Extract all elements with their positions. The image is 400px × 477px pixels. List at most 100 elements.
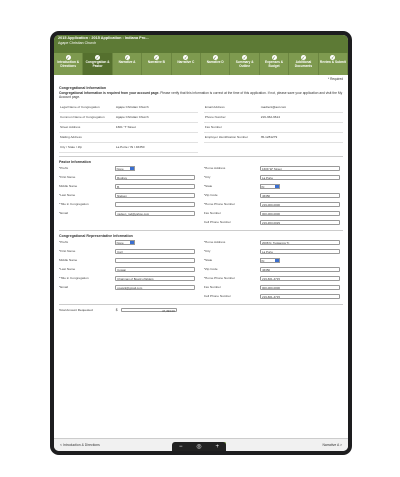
text-input[interactable]: 219-661-4715 xyxy=(259,294,341,299)
info-row: Legal Name of Congregation Agape Christia… xyxy=(59,103,199,113)
select-field[interactable]: None xyxy=(114,166,135,171)
zoom-in-icon[interactable]: + xyxy=(216,444,220,450)
main-content: * Required Congregational Information Co… xyxy=(54,75,348,313)
form-row: *Home Address 1609 'W' Street xyxy=(204,164,343,173)
form-row: *Home Phone Number 219-661-4715 xyxy=(204,274,343,283)
text-input[interactable]: Nielsen xyxy=(114,193,196,198)
field-label: *State xyxy=(203,184,213,189)
info-label: Street Address xyxy=(60,125,81,130)
field-label: *Email xyxy=(59,211,68,216)
text-input[interactable]: 219-363-0029 xyxy=(259,220,341,225)
info-row: Fax Number xyxy=(203,123,343,133)
pastor-right: *Home Address 1609 'W' Street *City La Port… xyxy=(204,164,343,227)
info-value: Agape Christian Church xyxy=(115,115,149,120)
field-label: *City xyxy=(203,249,211,254)
text-input[interactable] xyxy=(114,258,196,263)
text-input[interactable]: Chairman of Board of Elders xyxy=(114,276,196,281)
info-label: Phone Number xyxy=(204,115,226,120)
select-value: IN xyxy=(261,185,265,190)
zoom-reset-icon[interactable]: ◎ xyxy=(196,443,201,450)
text-input[interactable]: nielsen_rod@yahoo.com xyxy=(114,211,196,216)
screen: 2015 Application : 2015 Application : In… xyxy=(54,35,348,451)
congregation-heading: Congregational Information xyxy=(59,86,107,90)
total-amount-label: Total Amount Requested xyxy=(59,308,93,313)
form-row: *City La Porte xyxy=(204,173,343,182)
representative-left: *Prefix None *First Name Carl Middle Name *La… xyxy=(59,238,198,301)
prev-link[interactable]: < Introduction & Directions xyxy=(60,443,100,447)
text-input[interactable]: 1609 'W' Street xyxy=(259,166,341,171)
text-input[interactable]: La Porte xyxy=(259,249,341,254)
form-row: *Prefix None xyxy=(59,238,198,247)
form-row: *Home Address 2008 N. Tuskarora Tr. xyxy=(204,238,343,247)
zoom-out-icon[interactable]: − xyxy=(179,444,183,450)
select-field[interactable]: IN xyxy=(259,184,280,190)
field-label: *State xyxy=(203,258,213,263)
tab-label: Narrative B xyxy=(147,60,165,64)
total-amount-input[interactable]: 47,493.00 xyxy=(120,307,178,313)
tab-2[interactable]: ✓ Narrative A xyxy=(113,53,143,75)
text-input[interactable]: cowanl@gmail.com xyxy=(114,285,196,290)
required-note: * Required xyxy=(327,77,343,81)
tab-3[interactable]: ✓ Narrative B xyxy=(142,53,172,75)
field-label: *Home Phone Number xyxy=(203,202,235,207)
text-input[interactable]: 000-000-0000 xyxy=(259,211,341,216)
field-label: *Home Address xyxy=(203,240,226,245)
form-row: *State IN xyxy=(204,182,343,191)
field-label: *Title in Congregation xyxy=(59,202,89,207)
tab-7[interactable]: ✓ Expenses & Budget xyxy=(260,53,290,75)
text-input[interactable]: Carl xyxy=(114,249,196,254)
tab-label: Summary & Outline xyxy=(235,60,254,68)
tab-0[interactable]: ✓ Introduction & Directions xyxy=(54,53,84,75)
tab-label: Expenses & Budget xyxy=(265,60,284,68)
text-input[interactable]: 000-000-0000 xyxy=(259,285,341,290)
info-label: Mailing Address xyxy=(60,135,82,140)
field-label: *Home Address xyxy=(203,166,226,171)
form-row: *Last Name Nielsen xyxy=(59,191,198,200)
tab-6[interactable]: ✓ Summary & Outline xyxy=(230,53,260,75)
info-row: Street Address 1601 'T' Street xyxy=(59,123,199,133)
step-tabs: ✓ Introduction & Directions ✓ Congregation … xyxy=(54,53,348,75)
form-row: Cell Phone Number 219-661-4715 xyxy=(204,292,343,301)
field-label: *Last Name xyxy=(59,267,76,272)
form-row: *Prefix None xyxy=(59,164,198,173)
text-input[interactable]: Rodney xyxy=(114,175,196,180)
field-label: *Prefix xyxy=(59,166,69,171)
info-label: Employer Identification Number xyxy=(204,135,249,140)
congregation-info: Legal Name of Congregation Agape Christia… xyxy=(59,103,343,153)
info-value: La Porte / IN / 46350 xyxy=(115,145,145,150)
form-row: *City La Porte xyxy=(204,247,343,256)
text-input[interactable]: 219-000-0000 xyxy=(259,202,341,207)
representative-form: *Prefix None *First Name Carl Middle Name *La… xyxy=(59,238,343,301)
text-input[interactable]: 46350 xyxy=(259,193,341,198)
info-row: Employer Identification Number 35-1281279 xyxy=(203,133,343,143)
chevron-down-icon xyxy=(275,185,279,188)
tab-8[interactable]: ✓ Additional Documents xyxy=(289,53,319,75)
form-row: *Email cowanl@gmail.com xyxy=(59,283,198,292)
tab-1[interactable]: ✓ Congregation & Pastor xyxy=(83,53,113,75)
select-field[interactable]: None xyxy=(114,240,135,245)
text-input[interactable]: 46350 xyxy=(259,267,341,272)
tab-5[interactable]: ✓ Narrative D xyxy=(201,53,231,75)
tab-4[interactable]: ✓ Narrative C xyxy=(172,53,202,75)
tab-9[interactable]: ✓ Review & Submit xyxy=(319,53,348,75)
form-row: *Title in Congregation xyxy=(59,200,198,209)
select-field[interactable]: IN xyxy=(259,258,280,263)
text-input[interactable]: 219-661-4715 xyxy=(259,276,341,281)
form-row: *State IN xyxy=(204,256,343,265)
info-row: Email Address roadrent@aol.com xyxy=(203,103,343,113)
text-input[interactable]: La Porte xyxy=(259,175,341,180)
congregation-note-bold: Congregational Information is required f… xyxy=(59,91,160,95)
text-input[interactable]: 2008 N. Tuskarora Tr. xyxy=(259,240,341,245)
field-label: Cell Phone Number xyxy=(203,294,231,299)
next-link[interactable]: Narrative A > xyxy=(322,443,342,447)
text-input[interactable] xyxy=(114,202,196,207)
tab-label: Narrative C xyxy=(177,60,195,64)
field-label: *Last Name xyxy=(59,193,76,198)
form-row: *First Name Rodney xyxy=(59,173,198,182)
pastor-left: *Prefix None *First Name Rodney Middle Name B… xyxy=(59,164,198,227)
form-row: Middle Name xyxy=(59,256,198,265)
text-input[interactable]: Cowan xyxy=(114,267,196,272)
text-input[interactable]: B. xyxy=(114,184,196,189)
info-value: Agape Christian Church xyxy=(115,105,149,110)
info-row: Phone Number 219-362-9614 xyxy=(203,113,343,123)
